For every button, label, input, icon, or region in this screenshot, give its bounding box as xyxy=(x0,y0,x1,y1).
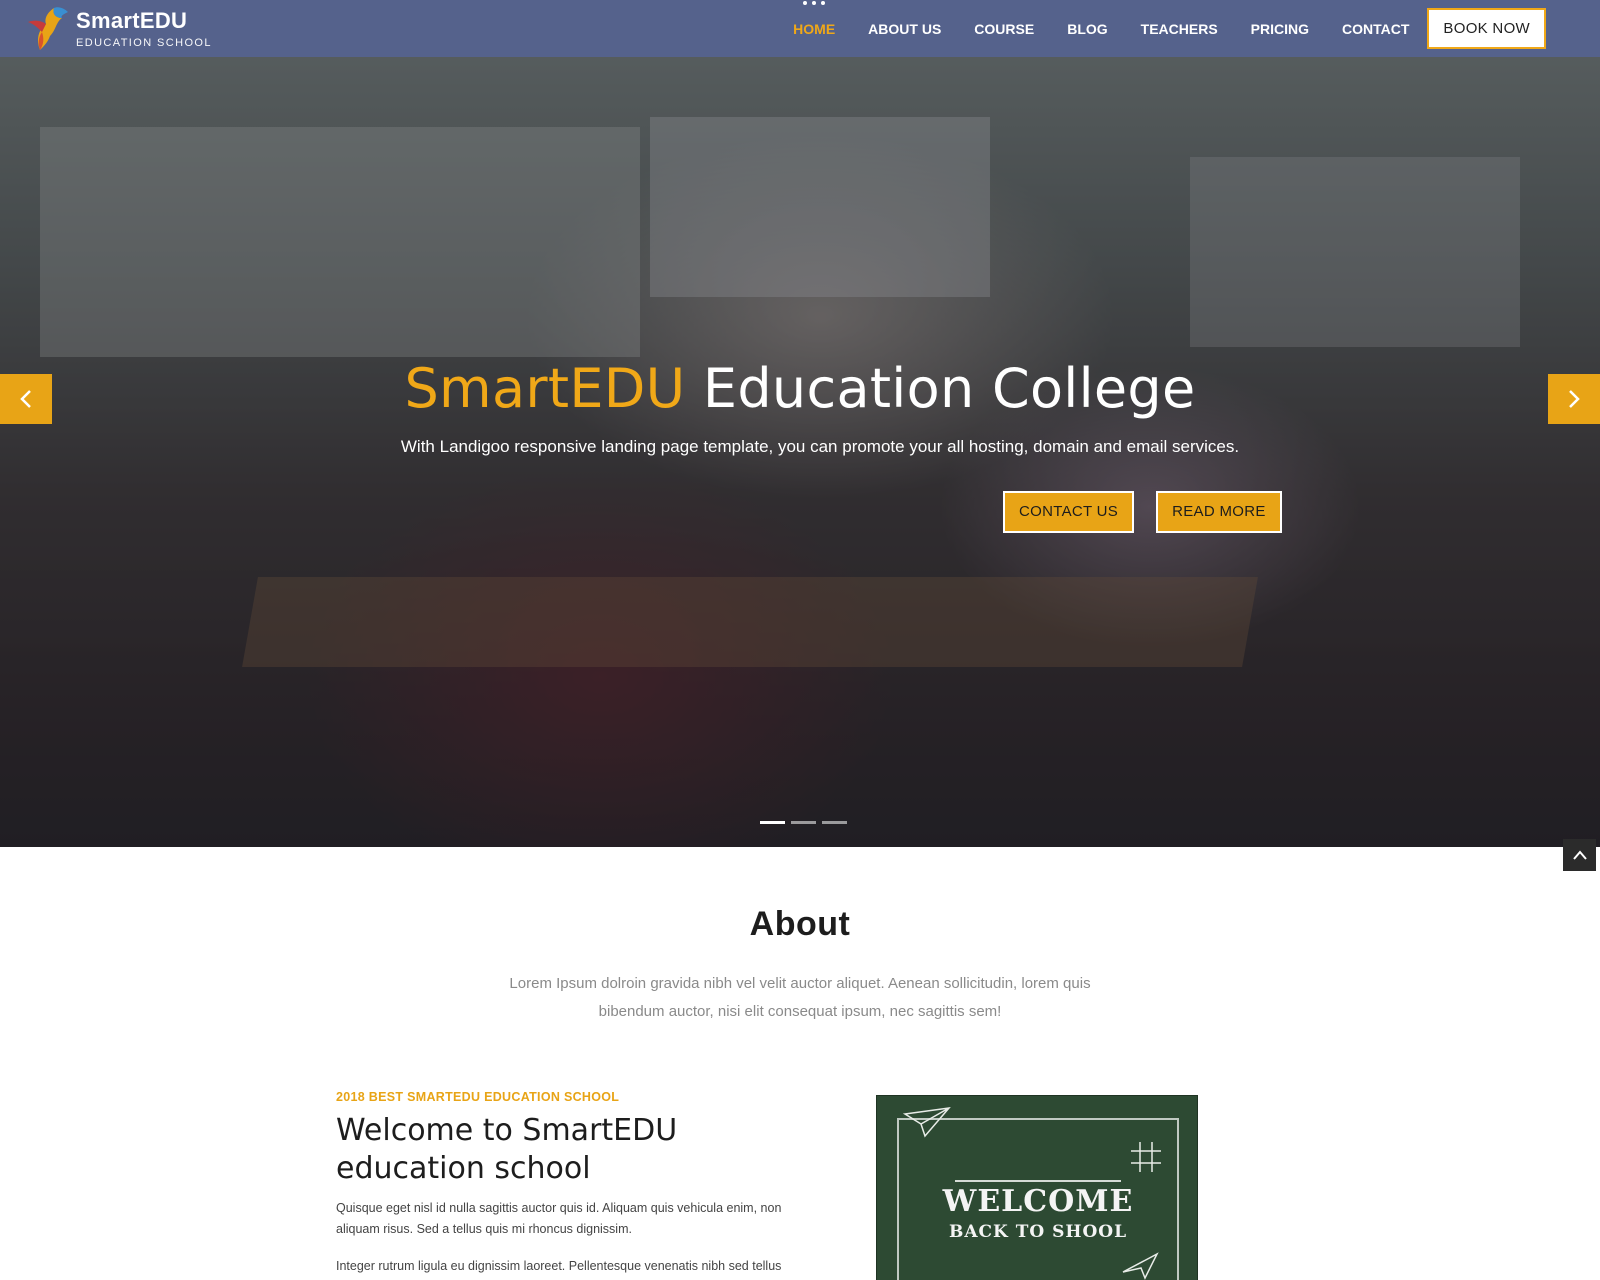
nav-item-label: HOME xyxy=(793,20,836,37)
brand-name: SmartEDU xyxy=(76,8,188,33)
brand-logo[interactable]: SmartEDU EDUCATION SCHOOL xyxy=(26,4,212,54)
slider-dot-2[interactable] xyxy=(791,821,816,824)
nav-item-course[interactable]: COURSE xyxy=(974,21,1034,37)
brand-tagline: EDUCATION SCHOOL xyxy=(76,37,212,49)
bird-logo-icon xyxy=(26,4,70,54)
slider-next-button[interactable] xyxy=(1548,374,1600,424)
about-intro-text: Lorem Ipsum dolroin gravida nibh vel vel… xyxy=(509,975,1091,1020)
chalkboard-image: WELCOME BACK TO SHOOL xyxy=(876,1095,1198,1280)
chalkboard-welcome-text: WELCOME xyxy=(942,1184,1134,1219)
slider-dot-3[interactable] xyxy=(822,821,847,824)
back-to-top-button[interactable] xyxy=(1563,839,1596,871)
hero-title-rest: Education College xyxy=(685,357,1196,420)
paper-plane-small-icon xyxy=(1122,1252,1159,1280)
hero-title: SmartEDU Education College xyxy=(0,357,1600,420)
slider-pagination xyxy=(760,821,847,824)
slider-dot-1[interactable] xyxy=(760,821,785,824)
main-nav: HOME ABOUT US COURSE BLOG TEACHERS PRICI… xyxy=(760,0,1546,57)
hero-subtitle: With Landigoo responsive landing page te… xyxy=(400,437,1240,456)
chevron-right-icon xyxy=(1569,390,1580,408)
nav-item-teachers[interactable]: TEACHERS xyxy=(1141,21,1218,37)
nav-item-home[interactable]: HOME xyxy=(793,0,836,37)
active-indicator-dots xyxy=(803,0,826,5)
tic-tac-toe-icon xyxy=(1131,1142,1161,1172)
hero-buttons: CONTACT US READ MORE xyxy=(1003,491,1282,533)
about-paragraph-1: Quisque eget nisl id nulla sagittis auct… xyxy=(336,1201,782,1236)
about-section-title: About xyxy=(749,905,851,943)
chalkboard-rule-top xyxy=(955,1180,1121,1182)
about-paragraph-2: Integer rutrum ligula eu dignissim laore… xyxy=(336,1259,782,1273)
about-welcome-block: 2018 BEST SMARTEDU EDUCATION SCHOOL Welc… xyxy=(336,1090,796,1277)
contact-us-button[interactable]: CONTACT US xyxy=(1003,491,1135,533)
about-kicker: 2018 BEST SMARTEDU EDUCATION SCHOOL xyxy=(336,1090,620,1104)
chalkboard-back-text: BACK TO SHOOL xyxy=(948,1222,1128,1242)
book-now-button[interactable]: BOOK NOW xyxy=(1427,8,1546,49)
chevron-left-icon xyxy=(20,390,31,408)
nav-item-contact[interactable]: CONTACT xyxy=(1342,21,1409,37)
nav-item-blog[interactable]: BLOG xyxy=(1067,21,1107,37)
hero-slider: SmartEDU Education College With Landigoo… xyxy=(0,57,1600,847)
hero-title-accent: SmartEDU xyxy=(404,357,686,420)
paper-plane-icon xyxy=(903,1106,951,1138)
nav-item-pricing[interactable]: PRICING xyxy=(1251,21,1309,37)
site-header: SmartEDU EDUCATION SCHOOL HOME ABOUT US … xyxy=(0,0,1600,57)
chevron-up-icon xyxy=(1572,850,1587,860)
read-more-button[interactable]: READ MORE xyxy=(1156,491,1282,533)
about-heading: Welcome to SmartEDU education school xyxy=(336,1113,678,1186)
nav-item-about-us[interactable]: ABOUT US xyxy=(868,21,941,37)
slider-prev-button[interactable] xyxy=(0,374,52,424)
